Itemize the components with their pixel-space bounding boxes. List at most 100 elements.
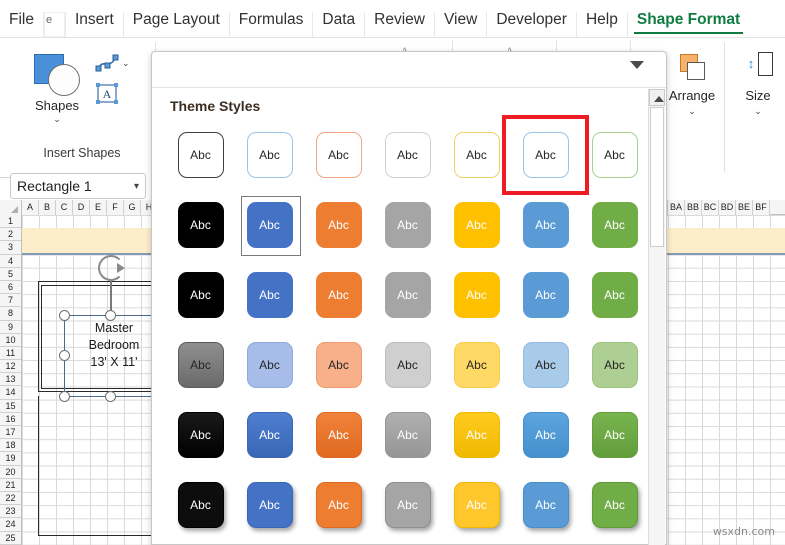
row-header-22[interactable]: 22 — [0, 491, 21, 506]
theme-style-solid-subtle-7[interactable]: Abc — [580, 190, 649, 260]
tab-insert[interactable]: Insert — [66, 12, 124, 37]
group-arrange[interactable]: Arrange ⌄ — [660, 42, 725, 172]
theme-style-shadow-2[interactable]: Abc — [235, 470, 304, 540]
theme-styles-gallery-popup[interactable]: Theme Styles Abc Abc Abc Abc Abc Abc Abc Abc Abc… — [151, 51, 667, 545]
column-header-bf[interactable]: BF — [753, 200, 770, 215]
theme-style-solid-subtle-5[interactable]: Abc — [442, 190, 511, 260]
row-header-9[interactable]: 9 — [0, 320, 21, 334]
row-header-18[interactable]: 18 — [0, 439, 21, 453]
row-header-5[interactable]: 5 — [0, 267, 21, 281]
row-header-20[interactable]: 20 — [0, 465, 21, 479]
chevron-down-icon[interactable]: ⌄ — [24, 114, 90, 125]
row-header-24[interactable]: 24 — [0, 518, 21, 532]
scroll-up-arrow-icon[interactable] — [649, 89, 665, 106]
theme-style-solid-subtle-1[interactable]: Abc — [166, 190, 235, 260]
row-header-2[interactable]: 2 — [0, 228, 21, 242]
theme-style-shadow-6[interactable]: Abc — [511, 470, 580, 540]
tab-file[interactable]: File — [0, 12, 44, 37]
gallery-scrollbar[interactable] — [648, 89, 665, 545]
theme-style-outline-4[interactable]: Abc — [373, 120, 442, 190]
row-header-19[interactable]: 19 — [0, 452, 21, 466]
row-header-16[interactable]: 16 — [0, 412, 21, 426]
tab-data[interactable]: Data — [313, 12, 366, 37]
row-header-3[interactable]: 3 — [0, 241, 21, 255]
theme-style-gradient-5[interactable]: Abc — [442, 400, 511, 470]
column-header-d[interactable]: D — [73, 200, 90, 215]
row-header-12[interactable]: 12 — [0, 360, 21, 374]
theme-style-gradient-3[interactable]: Abc — [304, 400, 373, 470]
row-header-23[interactable]: 23 — [0, 505, 21, 519]
row-header-17[interactable]: 17 — [0, 426, 21, 440]
column-header-b[interactable]: B — [39, 200, 56, 215]
resize-handle-bottom-center[interactable] — [105, 391, 116, 402]
row-header-column[interactable]: 1 2 3 4 5 6 7 8 9 10 11 12 13 14 15 16 17 18 19 20 21 22 23 24 2… — [0, 215, 22, 545]
theme-style-outline-7[interactable]: Abc — [580, 120, 649, 190]
column-header-bd[interactable]: BD — [719, 200, 736, 215]
theme-style-light-tint-6[interactable]: Abc — [511, 330, 580, 400]
rotation-handle-icon[interactable] — [98, 255, 125, 281]
column-header-e[interactable]: E — [90, 200, 107, 215]
row-header-7[interactable]: 7 — [0, 294, 21, 308]
resize-handle-bottom-left[interactable] — [59, 391, 70, 402]
theme-style-gradient-6[interactable]: Abc — [511, 400, 580, 470]
theme-style-gradient-7[interactable]: Abc — [580, 400, 649, 470]
scrollbar-thumb[interactable] — [650, 107, 664, 247]
column-header-ba[interactable]: BA — [668, 200, 685, 215]
tab-developer[interactable]: Developer — [487, 12, 577, 37]
tab-formulas[interactable]: Formulas — [230, 12, 314, 37]
tab-home-collapsed[interactable]: e — [43, 12, 66, 37]
theme-style-shadow-1[interactable]: Abc — [166, 470, 235, 540]
theme-style-solid-subtle-2[interactable]: Abc — [235, 190, 304, 260]
theme-style-shadow-7[interactable]: Abc — [580, 470, 649, 540]
row-header-8[interactable]: 8 — [0, 307, 21, 321]
resize-handle-top-center[interactable] — [105, 310, 116, 321]
theme-style-gradient-1[interactable]: Abc — [166, 400, 235, 470]
row-header-11[interactable]: 11 — [0, 346, 21, 361]
row-header-1[interactable]: 1 — [0, 215, 21, 229]
text-box-icon[interactable]: A — [94, 82, 120, 106]
theme-style-outline-2[interactable]: Abc — [235, 120, 304, 190]
theme-style-solid-6[interactable]: Abc — [511, 260, 580, 330]
row-header-21[interactable]: 21 — [0, 478, 21, 492]
row-header-14[interactable]: 14 — [0, 386, 21, 400]
theme-style-light-tint-4[interactable]: Abc — [373, 330, 442, 400]
theme-style-light-tint-5[interactable]: Abc — [442, 330, 511, 400]
theme-style-gradient-4[interactable]: Abc — [373, 400, 442, 470]
arrange-chevron-down-icon[interactable]: ⌄ — [660, 106, 724, 117]
column-header-be[interactable]: BE — [736, 200, 753, 215]
edit-points-icon[interactable] — [94, 52, 120, 76]
size-chevron-down-icon[interactable]: ⌄ — [731, 106, 785, 117]
theme-style-shadow-5[interactable]: Abc — [442, 470, 511, 540]
theme-style-light-tint-1[interactable]: Abc — [166, 330, 235, 400]
column-header-a[interactable]: A — [22, 200, 39, 215]
gallery-collapse-chevron-down-icon[interactable] — [630, 61, 644, 69]
tab-page-layout[interactable]: Page Layout — [124, 12, 230, 37]
theme-style-outline-1[interactable]: Abc — [166, 120, 235, 190]
row-header-10[interactable]: 10 — [0, 333, 21, 347]
theme-style-outline-3[interactable]: Abc — [304, 120, 373, 190]
edit-points-chevron-down-icon[interactable]: ⌄ — [122, 58, 130, 69]
theme-style-light-tint-3[interactable]: Abc — [304, 330, 373, 400]
theme-style-solid-subtle-6[interactable]: Abc — [511, 190, 580, 260]
row-header-25[interactable]: 25 — [0, 531, 21, 545]
theme-style-light-tint-7[interactable]: Abc — [580, 330, 649, 400]
tab-help[interactable]: Help — [577, 12, 628, 37]
theme-style-solid-7[interactable]: Abc — [580, 260, 649, 330]
theme-style-solid-1[interactable]: Abc — [166, 260, 235, 330]
tab-review[interactable]: Review — [365, 12, 435, 37]
row-header-13[interactable]: 13 — [0, 373, 21, 387]
column-header-bc[interactable]: BC — [702, 200, 719, 215]
group-size[interactable]: ↕ Size ⌄ — [731, 42, 785, 172]
theme-style-shadow-3[interactable]: Abc — [304, 470, 373, 540]
theme-style-solid-4[interactable]: Abc — [373, 260, 442, 330]
column-header-f[interactable]: F — [107, 200, 124, 215]
resize-handle-middle-left[interactable] — [59, 350, 70, 361]
theme-style-solid-subtle-4[interactable]: Abc — [373, 190, 442, 260]
tab-view[interactable]: View — [435, 12, 488, 37]
resize-handle-top-left[interactable] — [59, 310, 70, 321]
select-all-corner[interactable] — [0, 200, 22, 215]
theme-style-solid-subtle-3[interactable]: Abc — [304, 190, 373, 260]
tab-shape-format[interactable]: Shape Format — [628, 12, 749, 37]
column-header-c[interactable]: C — [56, 200, 73, 215]
row-header-15[interactable]: 15 — [0, 399, 21, 413]
